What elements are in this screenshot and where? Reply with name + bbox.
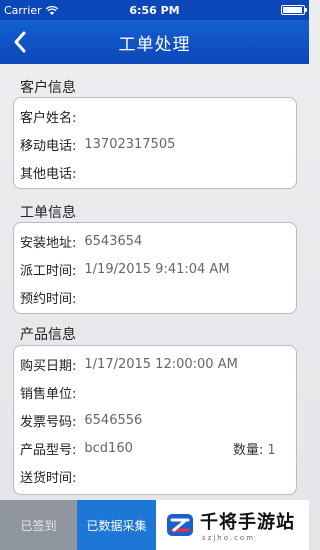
tab-label: 已签到: [20, 518, 57, 533]
purchase-date-value: 1/17/2015 12:00:00 AM: [84, 356, 238, 372]
mobile-phone-row[interactable]: 移动电话: 13702317505: [14, 130, 296, 158]
sales-unit-row[interactable]: 销售单位:: [14, 378, 296, 406]
status-bar: Carrier 6:56 PM: [0, 0, 309, 20]
tab-signed-in[interactable]: 已签到: [0, 500, 77, 550]
install-address-row[interactable]: 安装地址: 6543654: [14, 227, 296, 255]
product-model-value: bcd160: [84, 440, 133, 456]
delivery-time-row[interactable]: 送货时间:: [14, 462, 296, 490]
watermark: 千将手游站 szjho.com: [156, 500, 309, 550]
field-label: 送货时间:: [20, 470, 77, 486]
mobile-phone-value: 13702317505: [84, 136, 176, 152]
field-label: 移动电话:: [20, 138, 77, 154]
order-section-title: 工单信息: [20, 205, 76, 221]
battery-icon: [281, 5, 307, 15]
tab-label: 已数据采集: [86, 518, 147, 533]
dispatch-time-value: 1/19/2015 9:41:04 AM: [84, 261, 230, 277]
quantity-value: 1: [267, 442, 276, 458]
watermark-domain: szjho.com: [202, 534, 256, 542]
customer-card: 客户姓名: 移动电话: 13702317505 其他电话:: [13, 97, 297, 189]
chevron-left-icon: [14, 31, 26, 53]
field-label: 客户姓名:: [20, 110, 77, 126]
nav-bar: 工单处理: [0, 20, 309, 64]
order-card: 安装地址: 6543654 派工时间: 1/19/2015 9:41:04 AM…: [13, 222, 297, 314]
customer-name-row[interactable]: 客户姓名:: [14, 102, 296, 130]
quantity-field: 数量: 1: [233, 439, 276, 458]
appointment-time-row[interactable]: 预约时间:: [14, 283, 296, 311]
field-label: 购买日期:: [20, 358, 77, 374]
field-label: 派工时间:: [20, 263, 77, 279]
dispatch-time-row[interactable]: 派工时间: 1/19/2015 9:41:04 AM: [14, 255, 296, 283]
back-button[interactable]: [6, 28, 34, 56]
watermark-name: 千将手游站: [200, 512, 295, 533]
watermark-logo-icon: [167, 514, 193, 536]
product-model-row[interactable]: 产品型号: bcd160 数量: 1: [14, 434, 296, 462]
install-address-value: 6543654: [84, 233, 143, 249]
product-card: 购买日期: 1/17/2015 12:00:00 AM 销售单位: 发票号码: …: [13, 345, 297, 495]
purchase-date-row[interactable]: 购买日期: 1/17/2015 12:00:00 AM: [14, 350, 296, 378]
field-label: 发票号码:: [20, 414, 77, 430]
tab-data-collected[interactable]: 已数据采集: [77, 500, 156, 550]
quantity-label: 数量:: [233, 442, 264, 458]
field-label: 产品型号:: [20, 442, 77, 458]
page-title: 工单处理: [118, 34, 191, 55]
field-label: 其他电话:: [20, 166, 77, 182]
wifi-icon: [45, 5, 58, 15]
carrier-label: Carrier: [4, 3, 42, 17]
invoice-number-value: 6546556: [84, 412, 143, 428]
product-section-title: 产品信息: [20, 327, 76, 343]
field-label: 销售单位:: [20, 386, 77, 402]
other-phone-row[interactable]: 其他电话:: [14, 158, 296, 186]
field-label: 预约时间:: [20, 291, 77, 307]
bottom-tab-bar: 已签到 已数据采集 千将手游站 szjho.com: [0, 500, 309, 550]
field-label: 安装地址:: [20, 235, 77, 251]
invoice-number-row[interactable]: 发票号码: 6546556: [14, 406, 296, 434]
customer-section-title: 客户信息: [20, 80, 76, 96]
